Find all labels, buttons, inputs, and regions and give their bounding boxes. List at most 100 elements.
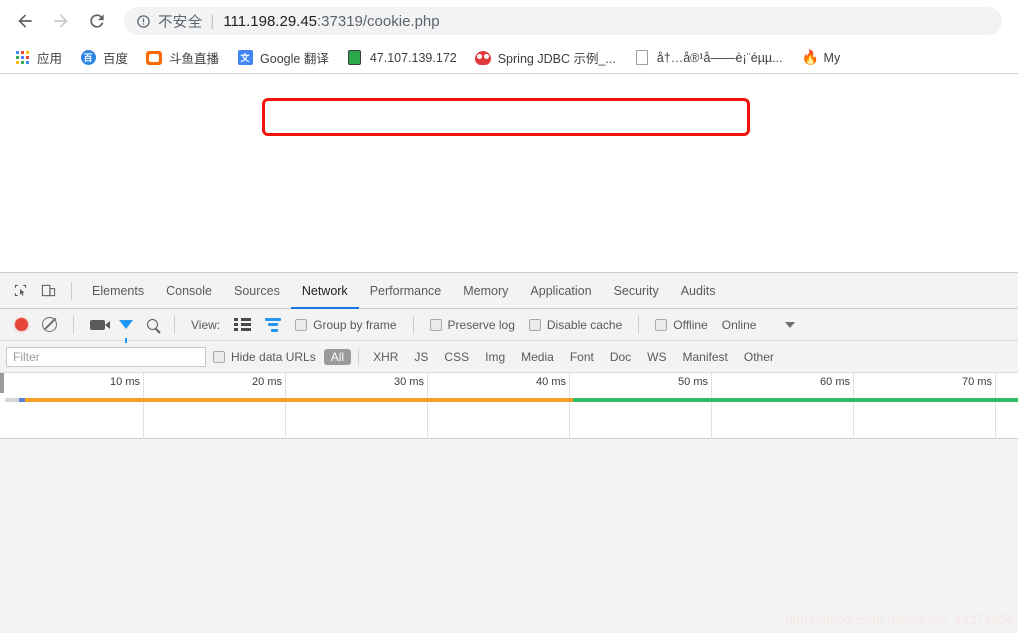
preserve-log-label: Preserve log — [447, 317, 515, 332]
tick-label: 30 ms — [394, 376, 424, 388]
tab-console[interactable]: Console — [155, 273, 223, 308]
throttling-value: Online — [721, 317, 757, 332]
toolbar-divider — [71, 281, 72, 300]
checkbox-box — [528, 318, 541, 331]
clear-button[interactable] — [35, 309, 64, 341]
address-bar[interactable]: 不安全 | 111.198.29.45:37319/cookie.php — [124, 7, 1002, 35]
preserve-log-checkbox[interactable]: Preserve log — [423, 309, 522, 341]
view-label-wrap: View: — [184, 309, 227, 341]
bookmark-label: 应用 — [37, 52, 63, 66]
security-status-label: 不安全 — [158, 14, 203, 31]
type-filter-font[interactable]: Font — [563, 349, 601, 365]
filter-input[interactable]: Filter — [6, 346, 206, 367]
network-toolbar: View: Group by frame Preserve log Disabl… — [0, 309, 1018, 343]
type-filter-xhr[interactable]: XHR — [366, 349, 405, 365]
bookmark-mojibake[interactable]: å†…å®¹å——è¡¨éµµ... — [626, 46, 791, 70]
hide-data-urls-checkbox[interactable]: Hide data URLs — [206, 341, 323, 373]
filter-placeholder: Filter — [13, 349, 40, 364]
network-filter-bar: Filter Hide data URLs All XHR JS CSS Img… — [0, 341, 1018, 373]
tab-application[interactable]: Application — [519, 273, 602, 308]
document-icon — [634, 50, 650, 66]
tab-label: Application — [530, 283, 592, 298]
tick-label: 70 ms — [962, 376, 992, 388]
tab-network[interactable]: Network — [290, 273, 359, 309]
group-by-frame-checkbox[interactable]: Group by frame — [288, 309, 403, 341]
bookmark-label: Spring JDBC 示例_... — [497, 52, 616, 66]
tab-security[interactable]: Security — [603, 273, 670, 308]
toolbar-divider — [174, 315, 175, 334]
type-filter-css[interactable]: CSS — [437, 349, 476, 365]
group-by-frame-label: Group by frame — [313, 317, 397, 332]
tab-memory[interactable]: Memory — [452, 273, 519, 308]
forward-button[interactable] — [44, 4, 78, 38]
capture-screenshots-button[interactable] — [83, 309, 112, 341]
reload-icon — [90, 14, 104, 28]
phone-icon — [347, 50, 363, 66]
view-waterfall-button[interactable] — [258, 309, 288, 341]
waterfall-view-icon — [265, 317, 282, 332]
back-button[interactable] — [8, 4, 42, 38]
tab-sources[interactable]: Sources — [223, 273, 291, 308]
google-translate-icon: 文 — [237, 50, 253, 66]
douyu-icon — [146, 50, 163, 66]
baidu-icon: 百 — [80, 50, 96, 66]
search-button[interactable] — [140, 309, 165, 341]
tick-label: 10 ms — [110, 376, 140, 388]
toolbar-divider — [638, 315, 640, 334]
chevron-down-icon — [785, 321, 796, 328]
type-filter-js[interactable]: JS — [407, 349, 435, 365]
device-toolbar-icon[interactable] — [34, 278, 62, 304]
filter-divider — [358, 348, 360, 365]
browser-chrome: 不安全 | 111.198.29.45:37319/cookie.php 应用 … — [0, 0, 1018, 74]
funnel-icon — [119, 320, 133, 343]
reload-button[interactable] — [80, 4, 114, 38]
download-bar — [573, 398, 1018, 402]
network-overview[interactable]: 10 ms 20 ms 30 ms 40 ms 50 ms 60 ms 70 m… — [0, 373, 1018, 439]
tab-audits[interactable]: Audits — [670, 273, 727, 308]
arrow-left-icon — [18, 14, 32, 28]
tab-performance[interactable]: Performance — [359, 273, 453, 308]
throttling-select[interactable]: Online — [715, 309, 764, 341]
type-filter-ws[interactable]: WS — [640, 349, 673, 365]
queueing-bar — [5, 398, 19, 402]
bookmark-baidu[interactable]: 百 百度 — [72, 46, 136, 70]
bookmark-label: Google 翻译 — [260, 52, 329, 66]
type-filter-other[interactable]: Other — [737, 349, 781, 365]
apps-grid-icon — [14, 50, 30, 66]
tick-label: 60 ms — [820, 376, 850, 388]
tab-label: Performance — [369, 283, 442, 298]
tab-label: Security — [613, 283, 659, 298]
type-filter-img[interactable]: Img — [478, 349, 512, 365]
bookmark-label: 百度 — [103, 52, 129, 66]
inspect-element-icon[interactable] — [6, 278, 34, 304]
throttling-dropdown-button[interactable] — [763, 309, 802, 341]
bookmark-label: 47.107.139.172 — [369, 50, 457, 65]
bookmark-my[interactable]: 🔥 My — [793, 46, 849, 70]
bookmarks-bar: 应用 百 百度 斗鱼直播 文 Google 翻译 47.107.139.172 … — [0, 42, 1018, 73]
type-filter-doc[interactable]: Doc — [603, 349, 638, 365]
bookmark-apps[interactable]: 应用 — [6, 46, 70, 70]
checkbox-box — [213, 350, 225, 363]
bookmark-ip-47-107-139-172[interactable]: 47.107.139.172 — [339, 46, 465, 70]
record-button[interactable] — [8, 309, 35, 341]
type-filter-media[interactable]: Media — [514, 349, 561, 365]
bookmark-spring-jdbc[interactable]: Spring JDBC 示例_... — [467, 46, 624, 70]
type-filter-manifest[interactable]: Manifest — [676, 349, 735, 365]
hide-data-urls-label: Hide data URLs — [231, 349, 316, 364]
disable-cache-checkbox[interactable]: Disable cache — [522, 309, 629, 341]
bookmark-google-translate[interactable]: 文 Google 翻译 — [229, 46, 337, 70]
disable-cache-label: Disable cache — [546, 317, 623, 332]
bookmark-label: 斗鱼直播 — [169, 52, 220, 66]
url-path: :37319/cookie.php — [317, 12, 440, 30]
arrow-right-icon — [54, 14, 68, 28]
tab-elements[interactable]: Elements — [81, 273, 155, 308]
tab-label: Sources — [233, 283, 280, 298]
bookmark-douyu[interactable]: 斗鱼直播 — [138, 46, 227, 70]
offline-checkbox[interactable]: Offline — [648, 309, 714, 341]
filter-toggle-button[interactable] — [112, 309, 140, 343]
tab-label: Memory — [463, 283, 509, 298]
navigation-bar: 不安全 | 111.198.29.45:37319/cookie.php — [0, 0, 1018, 42]
type-filter-all[interactable]: All — [323, 348, 352, 365]
overview-left-handle[interactable] — [0, 373, 4, 393]
view-list-button[interactable] — [227, 309, 258, 341]
